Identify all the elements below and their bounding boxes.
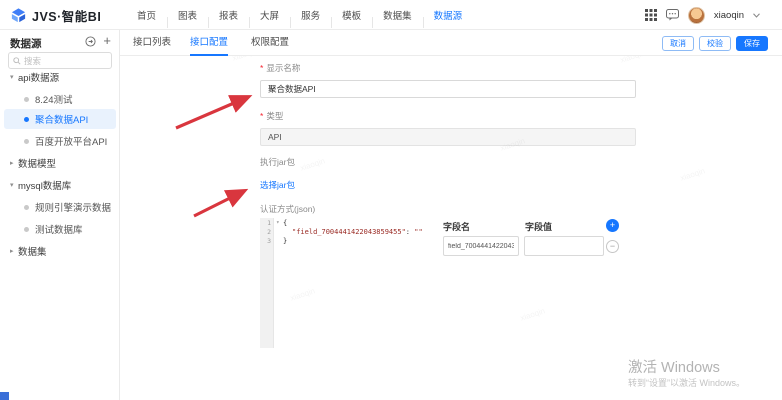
caret-down-icon[interactable]: ▾ <box>10 73 18 81</box>
tab-interface-list[interactable]: 接口列表 <box>133 30 171 56</box>
sidebar-title: 数据源 <box>10 36 42 51</box>
nav-item-charts[interactable]: 图表 <box>167 8 208 22</box>
tree-group-dataset[interactable]: ▸ 数据集 <box>0 243 120 259</box>
field-name-input[interactable] <box>443 236 519 256</box>
caret-right-icon[interactable]: ▸ <box>10 159 18 167</box>
type-input <box>260 128 636 146</box>
code-line-2: "field_7004441422043859455": "" <box>292 228 423 236</box>
caret-down-icon[interactable]: ▾ <box>10 181 18 189</box>
main-menu: 首页 图表 报表 大屏 服务 模板 数据集 数据源 <box>126 0 473 30</box>
nav-item-templates[interactable]: 模板 <box>331 8 372 22</box>
tree-item-rule-engine-demo[interactable]: 规则引擎演示数据 <box>0 199 120 215</box>
display-name-label: *显示名称 <box>260 62 300 74</box>
brand-name: JVS·智能BI <box>32 6 101 25</box>
tree-group-mysql-db[interactable]: ▾ mysql数据库 <box>0 177 120 193</box>
cancel-button[interactable]: 取消 <box>662 36 694 51</box>
code-line-1: { <box>283 219 287 227</box>
required-mark: * <box>260 111 263 121</box>
tree-item-baidu-open-api[interactable]: 百度开放平台API <box>0 133 120 149</box>
fold-caret-icon[interactable]: ▾ <box>276 219 280 226</box>
apps-grid-icon[interactable] <box>645 9 657 21</box>
field-name-header: 字段名 <box>443 220 470 233</box>
tree-bullet <box>24 227 29 232</box>
caret-right-icon[interactable]: ▸ <box>10 247 18 255</box>
arrow-to-jar-link <box>194 191 244 216</box>
brand[interactable]: JVS·智能BI <box>10 6 101 25</box>
taskbar-fragment <box>0 392 9 400</box>
message-icon[interactable] <box>666 9 679 21</box>
avatar[interactable] <box>688 7 705 24</box>
field-value-header: 字段值 <box>525 220 552 233</box>
page-watermark: xiaoqin <box>679 166 706 182</box>
refresh-icon[interactable] <box>85 36 96 47</box>
tree-group-data-model[interactable]: ▸ 数据模型 <box>0 155 120 171</box>
remove-row-button[interactable]: − <box>606 240 619 253</box>
search-input[interactable] <box>24 56 104 66</box>
tree-bullet <box>24 117 29 122</box>
top-nav: JVS·智能BI 首页 图表 报表 大屏 服务 模板 数据集 数据源 <box>0 0 782 30</box>
jar-label: 执行jar包 <box>260 156 295 168</box>
chevron-down-icon[interactable] <box>753 13 760 18</box>
nav-item-home[interactable]: 首页 <box>126 8 167 22</box>
arrow-to-display-name <box>176 97 248 128</box>
tree-bullet <box>24 205 29 210</box>
add-row-button[interactable]: + <box>606 219 619 232</box>
nav-item-services[interactable]: 服务 <box>290 8 331 22</box>
page-watermark: xiaoqin <box>299 156 326 172</box>
nav-item-datasets[interactable]: 数据集 <box>372 8 423 22</box>
tab-interface-config[interactable]: 接口配置 <box>190 30 228 56</box>
activate-windows-subtitle: 转到“设置”以激活 Windows。 <box>628 376 745 389</box>
tree-group-api-datasource[interactable]: ▾ api数据源 <box>0 69 120 85</box>
nav-item-reports[interactable]: 报表 <box>208 8 249 22</box>
search-icon <box>13 57 21 65</box>
tree-item-aggregate-api[interactable]: 聚合数据API <box>0 111 120 127</box>
tab-permission-config[interactable]: 权限配置 <box>251 30 289 56</box>
page-watermark: xiaoqin <box>519 306 546 322</box>
display-name-input[interactable] <box>260 80 636 98</box>
editor-gutter: 1 2 3 <box>260 218 274 348</box>
validate-button[interactable]: 校验 <box>699 36 731 51</box>
field-value-input[interactable] <box>524 236 604 256</box>
sidebar-search[interactable] <box>8 52 112 69</box>
tree-bullet <box>24 139 29 144</box>
jvs-logo-icon <box>10 7 27 24</box>
action-buttons: 取消 校验 保存 <box>662 36 768 51</box>
nav-item-bigscreen[interactable]: 大屏 <box>249 8 290 22</box>
auth-label: 认证方式(json) <box>260 203 315 215</box>
add-datasource-icon[interactable]: + <box>103 35 111 47</box>
tree-item-test-db[interactable]: 测试数据库 <box>0 221 120 237</box>
tab-bar: 接口列表 接口配置 权限配置 取消 校验 保存 <box>120 30 782 56</box>
type-label: *类型 <box>260 110 283 122</box>
select-jar-link[interactable]: 选择jar包 <box>260 179 295 191</box>
activate-windows-title: 激活 Windows <box>628 356 720 377</box>
save-button[interactable]: 保存 <box>736 36 768 51</box>
code-line-3: } <box>283 237 287 245</box>
tree-bullet <box>24 97 29 102</box>
required-mark: * <box>260 63 263 73</box>
tree-item-824-test[interactable]: 8.24测试 <box>0 91 120 107</box>
username[interactable]: xiaoqin <box>714 10 744 21</box>
nav-item-datasources[interactable]: 数据源 <box>423 8 474 22</box>
sidebar-datasources: 数据源 + ▾ api数据源 8.24测试 <box>0 30 120 400</box>
nav-right-cluster: xiaoqin <box>645 0 760 30</box>
